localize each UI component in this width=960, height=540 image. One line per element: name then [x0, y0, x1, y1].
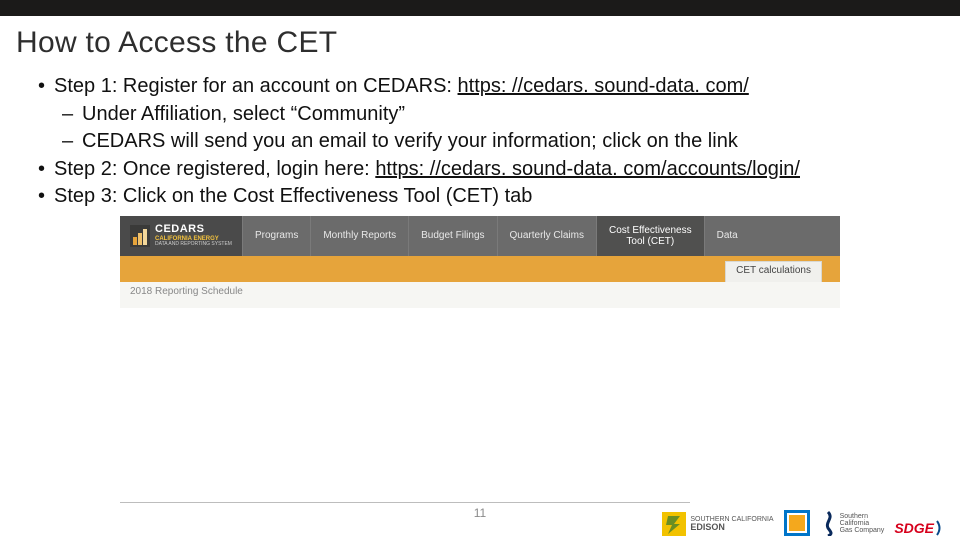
nav-monthly-reports[interactable]: Monthly Reports	[310, 216, 408, 256]
footer-logos: SOUTHERN CALIFORNIA EDISON PG&E Southern	[662, 510, 946, 536]
pge-logo: PG&E	[784, 510, 810, 536]
sce-label-2: EDISON	[690, 523, 773, 532]
cet-calculations-tab[interactable]: CET calculations	[725, 261, 822, 282]
step-2-text: Step 2: Once registered, login here:	[54, 158, 375, 180]
nav-cet-tab[interactable]: Cost Effectiveness Tool (CET)	[596, 216, 704, 256]
sdge-arc-icon	[936, 520, 946, 536]
step-1-sub-b: CEDARS will send you an email to verify …	[34, 129, 926, 155]
page-title: How to Access the CET	[0, 16, 960, 66]
step-2: Step 2: Once registered, login here: htt…	[34, 157, 926, 183]
sdge-logo: SDGE	[894, 520, 946, 536]
cedars-nav-bar: CEDARS CALIFORNIA ENERGY DATA AND REPORT…	[120, 216, 840, 256]
step-3: Step 3: Click on the Cost Effectiveness …	[34, 184, 926, 210]
cedars-logo-text: CEDARS CALIFORNIA ENERGY DATA AND REPORT…	[155, 224, 232, 247]
nav-quarterly-claims[interactable]: Quarterly Claims	[497, 216, 596, 256]
cedars-register-link[interactable]: https: //cedars. sound-data. com/	[458, 75, 749, 97]
cedars-below-bar: 2018 Reporting Schedule	[120, 282, 840, 308]
content-body: Step 1: Register for an account on CEDAR…	[0, 66, 960, 308]
footer-rule	[120, 502, 690, 503]
cedars-logo: CEDARS CALIFORNIA ENERGY DATA AND REPORT…	[120, 216, 242, 256]
nav-budget-filings[interactable]: Budget Filings	[408, 216, 496, 256]
nav-cet-line1: Cost Effectiveness	[609, 225, 692, 236]
cedars-logo-big: CEDARS	[155, 224, 232, 236]
slide-top-bar	[0, 0, 960, 16]
cedars-logo-tiny: DATA AND REPORTING SYSTEM	[155, 242, 232, 247]
cedars-screenshot: CEDARS CALIFORNIA ENERGY DATA AND REPORT…	[120, 216, 840, 308]
sdge-label: SDGE	[894, 520, 934, 536]
nav-data[interactable]: Data	[704, 216, 750, 256]
scg-logo: Southern California Gas Company	[820, 510, 885, 536]
step-1-text: Step 1: Register for an account on CEDAR…	[54, 75, 458, 97]
nav-programs[interactable]: Programs	[242, 216, 310, 256]
scg-label-1: Southern	[840, 513, 885, 520]
sce-logo: SOUTHERN CALIFORNIA EDISON	[662, 512, 773, 536]
sce-logo-icon	[662, 512, 686, 536]
step-1: Step 1: Register for an account on CEDAR…	[34, 74, 926, 100]
slide: How to Access the CET Step 1: Register f…	[0, 16, 960, 540]
pge-logo-icon	[784, 510, 810, 536]
nav-cet-line2: Tool (CET)	[609, 236, 692, 247]
cedars-logo-icon	[130, 225, 150, 247]
slide-footer: 11 SOUTHERN CALIFORNIA EDISON PG&E	[0, 502, 960, 536]
reporting-schedule-label: 2018 Reporting Schedule	[130, 286, 243, 297]
page-number: 11	[474, 506, 486, 520]
step-1-sub-a: Under Affiliation, select “Community”	[34, 102, 926, 128]
cedars-login-link[interactable]: https: //cedars. sound-data. com/account…	[375, 158, 800, 180]
scg-label-2: California	[840, 520, 885, 527]
scg-label-3: Gas Company	[840, 527, 885, 534]
cedars-secondary-bar: CET calculations	[120, 256, 840, 282]
scg-logo-icon	[820, 510, 836, 536]
